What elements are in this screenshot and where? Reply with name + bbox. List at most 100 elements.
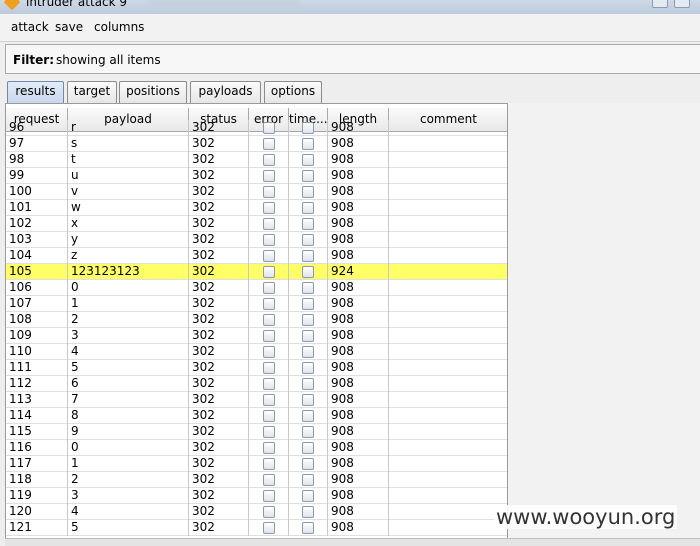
table-row[interactable]: 105 123123123 302 924 — [6, 264, 507, 280]
table-row[interactable]: 107 1 302 908 — [6, 296, 507, 312]
table-row[interactable]: 104 z 302 908 — [6, 248, 507, 264]
table-row[interactable]: 109 3 302 908 — [6, 328, 507, 344]
timeout-checkbox[interactable] — [302, 346, 314, 358]
table-row[interactable]: 100 v 302 908 — [6, 184, 507, 200]
error-checkbox[interactable] — [263, 442, 275, 454]
cell-status: 302 — [189, 408, 249, 424]
error-checkbox[interactable] — [263, 298, 275, 310]
error-checkbox[interactable] — [263, 170, 275, 182]
table-row[interactable]: 96 r 302 908 — [6, 120, 507, 136]
table-row[interactable]: 102 x 302 908 — [6, 216, 507, 232]
table-row[interactable]: 108 2 302 908 — [6, 312, 507, 328]
cell-error — [249, 120, 289, 136]
table-row[interactable]: 117 1 302 908 — [6, 456, 507, 472]
timeout-checkbox[interactable] — [302, 250, 314, 262]
filter-bar[interactable]: Filter: showing all items — [5, 44, 700, 74]
error-checkbox[interactable] — [263, 282, 275, 294]
table-row[interactable]: 103 y 302 908 — [6, 232, 507, 248]
empty-panel-area — [508, 103, 700, 546]
table-row[interactable]: 110 4 302 908 — [6, 344, 507, 360]
timeout-checkbox[interactable] — [302, 266, 314, 278]
error-checkbox[interactable] — [263, 458, 275, 470]
maximize-button[interactable] — [674, 0, 690, 8]
table-row[interactable]: 111 5 302 908 — [6, 360, 507, 376]
table-row[interactable]: 113 7 302 908 — [6, 392, 507, 408]
table-row[interactable]: 101 w 302 908 — [6, 200, 507, 216]
tab-results[interactable]: results — [7, 81, 64, 104]
tab-options[interactable]: options — [264, 81, 322, 103]
timeout-checkbox[interactable] — [302, 458, 314, 470]
cell-request: 113 — [6, 392, 68, 408]
timeout-checkbox[interactable] — [302, 202, 314, 214]
timeout-checkbox[interactable] — [302, 298, 314, 310]
cell-payload: 5 — [68, 360, 189, 376]
timeout-checkbox[interactable] — [302, 442, 314, 454]
cell-length: 924 — [328, 264, 389, 280]
menu-save[interactable]: save — [55, 20, 83, 34]
table-row[interactable]: 119 3 302 908 — [6, 488, 507, 504]
error-checkbox[interactable] — [263, 490, 275, 502]
timeout-checkbox[interactable] — [302, 234, 314, 246]
table-row[interactable]: 115 9 302 908 — [6, 424, 507, 440]
table-row[interactable]: 112 6 302 908 — [6, 376, 507, 392]
error-checkbox[interactable] — [263, 410, 275, 422]
error-checkbox[interactable] — [263, 474, 275, 486]
cell-payload: 1 — [68, 296, 189, 312]
error-checkbox[interactable] — [263, 186, 275, 198]
table-row[interactable]: 97 s 302 908 — [6, 136, 507, 152]
table-row[interactable]: 116 0 302 908 — [6, 440, 507, 456]
timeout-checkbox[interactable] — [302, 394, 314, 406]
table-row[interactable]: 99 u 302 908 — [6, 168, 507, 184]
timeout-checkbox[interactable] — [302, 410, 314, 422]
minimize-button[interactable] — [652, 0, 668, 8]
timeout-checkbox[interactable] — [302, 362, 314, 374]
error-checkbox[interactable] — [263, 202, 275, 214]
tab-positions[interactable]: positions — [119, 81, 187, 103]
error-checkbox[interactable] — [263, 362, 275, 374]
table-row[interactable]: 106 0 302 908 — [6, 280, 507, 296]
table-row[interactable]: 121 5 302 908 — [6, 520, 507, 536]
timeout-checkbox[interactable] — [302, 218, 314, 230]
tab-target[interactable]: target — [67, 81, 117, 103]
table-row[interactable]: 114 8 302 908 — [6, 408, 507, 424]
timeout-checkbox[interactable] — [302, 506, 314, 518]
error-checkbox[interactable] — [263, 234, 275, 246]
error-checkbox[interactable] — [263, 394, 275, 406]
error-checkbox[interactable] — [263, 138, 275, 150]
timeout-checkbox[interactable] — [302, 474, 314, 486]
timeout-checkbox[interactable] — [302, 154, 314, 166]
timeout-checkbox[interactable] — [302, 426, 314, 438]
error-checkbox[interactable] — [263, 122, 275, 134]
error-checkbox[interactable] — [263, 378, 275, 390]
error-checkbox[interactable] — [263, 266, 275, 278]
cell-request: 111 — [6, 360, 68, 376]
error-checkbox[interactable] — [263, 346, 275, 358]
table-row[interactable]: 98 t 302 908 — [6, 152, 507, 168]
watermark: www.wooyun.org — [494, 505, 678, 529]
error-checkbox[interactable] — [263, 426, 275, 438]
table-row[interactable]: 120 4 302 908 — [6, 504, 507, 520]
error-checkbox[interactable] — [263, 330, 275, 342]
error-checkbox[interactable] — [263, 250, 275, 262]
cell-comment — [389, 424, 507, 440]
error-checkbox[interactable] — [263, 522, 275, 534]
menu-attack[interactable]: attack — [11, 20, 49, 34]
timeout-checkbox[interactable] — [302, 378, 314, 390]
timeout-checkbox[interactable] — [302, 138, 314, 150]
error-checkbox[interactable] — [263, 314, 275, 326]
timeout-checkbox[interactable] — [302, 122, 314, 134]
timeout-checkbox[interactable] — [302, 330, 314, 342]
bottom-scroll-strip[interactable] — [5, 538, 700, 546]
timeout-checkbox[interactable] — [302, 282, 314, 294]
timeout-checkbox[interactable] — [302, 522, 314, 534]
menu-columns[interactable]: columns — [94, 20, 144, 34]
timeout-checkbox[interactable] — [302, 490, 314, 502]
error-checkbox[interactable] — [263, 218, 275, 230]
tab-payloads[interactable]: payloads — [190, 81, 261, 103]
timeout-checkbox[interactable] — [302, 170, 314, 182]
error-checkbox[interactable] — [263, 154, 275, 166]
timeout-checkbox[interactable] — [302, 186, 314, 198]
table-row[interactable]: 118 2 302 908 — [6, 472, 507, 488]
timeout-checkbox[interactable] — [302, 314, 314, 326]
error-checkbox[interactable] — [263, 506, 275, 518]
